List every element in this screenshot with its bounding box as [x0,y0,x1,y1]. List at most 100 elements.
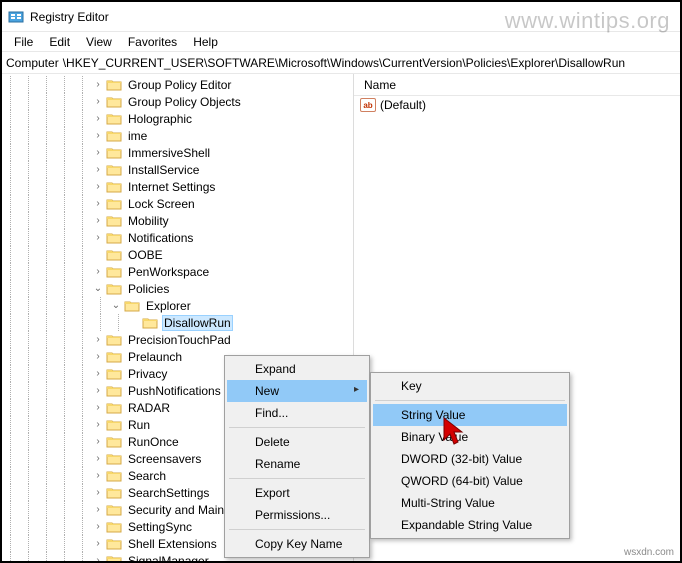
address-path[interactable]: \HKEY_CURRENT_USER\SOFTWARE\Microsoft\Wi… [61,55,676,71]
tree-item-label: Privacy [126,367,169,381]
column-name[interactable]: Name [360,76,400,94]
menu-item[interactable]: Delete [227,431,367,453]
tree-item-label: SignalManager [126,554,211,562]
expand-icon[interactable]: › [92,215,104,226]
menu-item[interactable]: Rename [227,453,367,475]
tree-item-label: Search [126,469,168,483]
menu-file[interactable]: File [6,33,41,51]
expand-icon[interactable]: › [92,385,104,396]
tree-item[interactable]: ›PrecisionTouchPad [2,331,353,348]
folder-icon [106,112,122,126]
tree-item-label: Notifications [126,231,195,245]
menu-help[interactable]: Help [185,33,226,51]
tree-item[interactable]: OOBE [2,246,353,263]
tree-item-label: OOBE [126,248,165,262]
tree-item[interactable]: › InstallService [2,161,353,178]
folder-icon [106,231,122,245]
menu-favorites[interactable]: Favorites [120,33,185,51]
tree-item-label: Policies [126,282,171,296]
menu-item[interactable]: Export [227,482,367,504]
tree-item-label: InstallService [126,163,201,177]
tree-item[interactable]: ›Internet Settings [2,178,353,195]
list-row[interactable]: ab (Default) [354,96,680,114]
tree-item[interactable]: ›Lock Screen [2,195,353,212]
expand-icon[interactable]: › [92,436,104,447]
expand-icon[interactable]: › [92,181,104,192]
menu-item[interactable]: Key [373,375,567,397]
expand-icon[interactable]: › [92,96,104,107]
address-label: Computer [6,56,59,70]
tree-item[interactable]: ⌄ Explorer [2,297,353,314]
expand-icon[interactable]: › [92,419,104,430]
string-value-icon: ab [360,98,376,112]
expand-icon[interactable]: › [92,470,104,481]
expand-icon[interactable]: › [92,79,104,90]
expand-icon[interactable]: › [92,453,104,464]
tree-item[interactable]: › Notifications [2,229,353,246]
tree-item-label: PushNotifications [126,384,223,398]
context-menu-new[interactable]: Key String ValueBinary ValueDWORD (32-bit… [370,372,570,539]
expand-icon[interactable]: › [92,198,104,209]
menu-item[interactable]: Multi-String Value [373,492,567,514]
menu-item[interactable]: Expand [227,358,367,380]
menu-item[interactable]: DWORD (32-bit) Value [373,448,567,470]
menu-item[interactable]: QWORD (64-bit) Value [373,470,567,492]
menu-item[interactable]: String Value [373,404,567,426]
collapse-icon[interactable]: ⌄ [110,300,122,311]
expand-icon[interactable]: › [92,504,104,515]
tree-item-label: Group Policy Editor [126,78,233,92]
expand-icon[interactable]: › [92,113,104,124]
menu-item[interactable]: Copy Key Name [227,533,367,555]
folder-icon [142,316,158,330]
expand-icon[interactable]: › [92,130,104,141]
menu-separator [375,400,565,401]
expand-icon[interactable]: › [92,147,104,158]
tree-item-label: ImmersiveShell [126,146,212,160]
folder-icon [106,452,122,466]
list-item-name: (Default) [380,98,426,112]
menu-item[interactable]: Expandable String Value [373,514,567,536]
tree-item[interactable]: ⌄ Policies [2,280,353,297]
expand-icon[interactable]: › [92,521,104,532]
tree-item[interactable]: › PenWorkspace [2,263,353,280]
tree-item[interactable]: ›Mobility [2,212,353,229]
tree-item-label: Group Policy Objects [126,95,243,109]
folder-icon [124,299,140,313]
menu-item[interactable]: Find... [227,402,367,424]
menu-item[interactable]: New [227,380,367,402]
expand-icon[interactable]: › [92,487,104,498]
context-menu-key[interactable]: ExpandNewFind... DeleteRename ExportPermis… [224,355,370,558]
tree-item-label: Explorer [144,299,193,313]
expand-icon[interactable]: › [92,232,104,243]
expand-icon[interactable]: › [92,402,104,413]
tree-item-label: Holographic [126,112,194,126]
folder-icon [106,282,122,296]
tree-item[interactable]: ›ime [2,127,353,144]
menu-item[interactable]: Permissions... [227,504,367,526]
tree-item[interactable]: DisallowRun [2,314,353,331]
folder-icon [106,520,122,534]
tree-item-label: DisallowRun [162,315,233,331]
expand-icon[interactable]: › [92,555,104,561]
folder-icon [106,333,122,347]
expand-icon[interactable]: › [92,164,104,175]
folder-icon [106,435,122,449]
tree-item[interactable]: › Group Policy Editor [2,76,353,93]
list-header: Name [354,74,680,96]
expand-icon[interactable]: › [92,351,104,362]
tree-item[interactable]: › Group Policy Objects [2,93,353,110]
menubar: File Edit View Favorites Help [2,32,680,52]
tree-item[interactable]: › Holographic [2,110,353,127]
menu-view[interactable]: View [78,33,120,51]
collapse-icon[interactable]: ⌄ [92,283,104,294]
folder-icon [106,214,122,228]
menu-item[interactable]: Binary Value [373,426,567,448]
folder-icon [106,537,122,551]
expand-icon[interactable]: › [92,368,104,379]
expand-icon[interactable]: › [92,538,104,549]
expand-icon[interactable]: › [92,266,104,277]
expand-icon[interactable]: › [92,334,104,345]
menu-edit[interactable]: Edit [41,33,78,51]
tree-item-label: PenWorkspace [126,265,211,279]
tree-item[interactable]: › ImmersiveShell [2,144,353,161]
